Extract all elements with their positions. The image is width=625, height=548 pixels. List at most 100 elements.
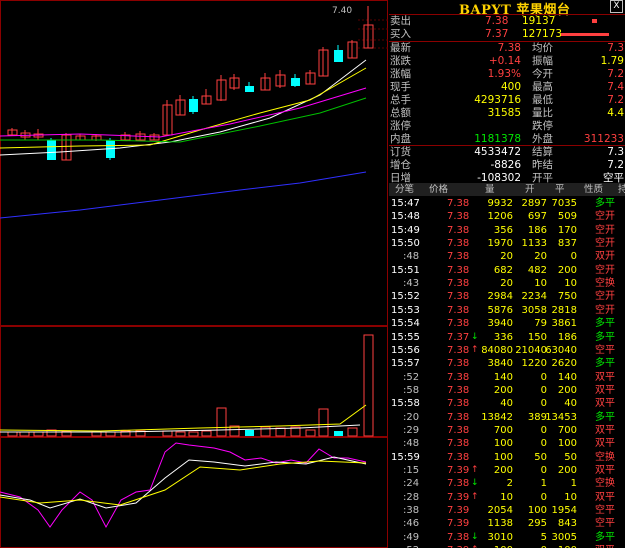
tick-open: 0 — [540, 371, 547, 383]
sell-price: 7.38 — [485, 15, 509, 27]
tick-nature: 空平 — [595, 505, 615, 517]
tick-direction-icon: ↑ — [471, 344, 479, 355]
close-button[interactable]: X — [610, 0, 623, 13]
tick-close: 2818 — [551, 304, 577, 316]
tick-price: 7.38 — [447, 198, 470, 209]
quote-row: 总手 4293716 最低 7.2 — [389, 94, 625, 107]
tick-close: 1954 — [551, 505, 577, 517]
tick-price: 7.38 — [447, 211, 470, 223]
tick-nature: 空换 — [595, 478, 615, 490]
tick-nature: 多平 — [595, 411, 615, 423]
tick-volume: 2054 — [487, 505, 513, 517]
tick-price: 7.38 — [447, 318, 470, 330]
sell-volume-bar — [592, 19, 597, 23]
tick-time: 15:53 — [391, 304, 420, 316]
tick-row[interactable]: :46 7.39 1138 295 843 空平 — [389, 517, 625, 531]
ma10-line — [0, 67, 367, 149]
tick-volume: 1138 — [487, 518, 513, 530]
quote-value: 400 — [500, 81, 521, 93]
tick-open: 0 — [541, 544, 547, 548]
tick-row[interactable]: :29 7.38 700 0 700 双平 — [389, 424, 625, 438]
tick-row[interactable]: :20 7.38 13842 389 13453 多平 — [389, 411, 625, 425]
tick-time: :49 — [403, 531, 420, 543]
tick-volume: 20 — [500, 278, 513, 290]
tick-row[interactable]: :24 7.38 ↓ 2 1 1 空换 — [389, 477, 625, 491]
tick-row[interactable]: :52 7.38 140 0 140 双平 — [389, 371, 625, 385]
position-label: 订货 — [390, 146, 411, 158]
tick-close: 140 — [557, 371, 577, 383]
tick-nature: 双平 — [595, 465, 615, 476]
quote-row: 涨停 跌停 — [389, 120, 625, 133]
tick-time: 15:49 — [391, 224, 420, 236]
tick-close: 3005 — [551, 531, 577, 543]
quote-value: 7.4 — [607, 81, 624, 93]
tick-nature: 双平 — [595, 384, 615, 396]
tick-open: 50 — [534, 451, 547, 463]
tick-volume: 200 — [493, 384, 513, 396]
tick-row[interactable]: :38 7.39 2054 100 1954 空平 — [389, 504, 625, 518]
tick-time: :52 — [403, 371, 420, 383]
tick-row[interactable]: 15:55 7.37 ↓ 336 150 186 多平 — [389, 331, 625, 345]
chart-canvas[interactable] — [0, 0, 388, 548]
tick-price: 7.37 — [447, 331, 470, 343]
tick-row[interactable]: 15:48 7.38 1206 697 509 空开 — [389, 210, 625, 224]
tick-row[interactable]: :48 7.38 20 20 0 双开 — [389, 250, 625, 264]
quote-label: 振幅 — [532, 55, 553, 67]
tick-open: 482 — [527, 264, 547, 276]
quote-value: 1.93% — [487, 68, 521, 80]
position-label: 结算 — [532, 146, 553, 158]
tick-close: 186 — [557, 331, 577, 343]
volume-bar-up — [7, 431, 18, 437]
tick-row[interactable]: :52 7.39↑ 100 0 100 双平 — [389, 544, 625, 548]
quote-value: 1.79 — [600, 55, 624, 67]
tick-row[interactable]: 15:47 7.38 9932 2897 7035 多平 — [389, 197, 625, 211]
tick-volume: 13842 — [481, 411, 513, 423]
tick-nature: 多平 — [595, 318, 615, 330]
tick-price: 7.38 — [447, 478, 470, 490]
high-price-label: 7.40 — [332, 6, 353, 16]
quote-row: 涨跌 +0.14 振幅 1.79 — [389, 55, 625, 68]
tick-price: 7.38 — [447, 438, 470, 450]
tick-price: 7.38 — [447, 291, 470, 303]
position-value: 7.3 — [607, 146, 624, 158]
tick-close: 2620 — [551, 358, 577, 370]
tick-row[interactable]: 15:52 7.38 2984 2234 750 空开 — [389, 290, 625, 304]
tick-row[interactable]: 15:51 7.38 682 482 200 空开 — [389, 264, 625, 278]
quote-row: 总额 31585 量比 4.4 — [389, 107, 625, 120]
tick-row[interactable]: :43 7.38 20 10 10 空换 — [389, 277, 625, 291]
tick-row[interactable]: 15:56 7.38 ↑ 84080 21040 63040 空平 — [389, 344, 625, 358]
tick-nature: 空开 — [595, 224, 615, 236]
tick-price: 7.38 — [447, 411, 470, 423]
tick-close: 50 — [564, 451, 577, 463]
tick-row[interactable]: 15:54 7.38 3940 79 3861 多平 — [389, 317, 625, 331]
kline-chart-area[interactable]: 7.40 — [0, 0, 388, 548]
tick-price: 7.38 — [447, 238, 470, 250]
tick-price: 7.39 — [447, 505, 470, 517]
tick-row[interactable]: :15 7.39 ↑ 200 0 200 双平 — [389, 464, 625, 478]
tick-open: 3058 — [521, 304, 547, 316]
tick-row[interactable]: 15:57 7.38 3840 1220 2620 多平 — [389, 357, 625, 371]
ticks-header: 分笔 价格 量 开 平 性质 持 — [389, 183, 625, 196]
buy-volume-bar — [561, 33, 609, 36]
position-row: 增仓 -8826 昨结 7.2 — [389, 159, 625, 172]
tick-direction-icon: ↑ — [471, 544, 479, 548]
col-price: 价格 — [429, 184, 449, 195]
tick-row[interactable]: 15:50 7.38 1970 1133 837 空开 — [389, 237, 625, 251]
volume-bar-up — [363, 334, 374, 437]
tick-row[interactable]: 15:58 7.38 40 0 40 双平 — [389, 397, 625, 411]
tick-row[interactable]: 15:59 7.38 100 50 50 空换 — [389, 451, 625, 465]
tick-close: 700 — [557, 424, 577, 436]
tick-row[interactable]: 15:49 7.38 356 186 170 空开 — [389, 224, 625, 238]
tick-nature: 空开 — [595, 304, 615, 316]
tick-price: 7.39 — [447, 491, 470, 503]
ma20-line — [0, 87, 367, 138]
tick-row[interactable]: :28 7.39 ↑ 10 0 10 双平 — [389, 491, 625, 505]
quote-value: 4.4 — [607, 107, 624, 119]
tick-price: 7.38 — [447, 451, 470, 463]
tick-row[interactable]: 15:53 7.38 5876 3058 2818 空开 — [389, 304, 625, 318]
tick-row[interactable]: :58 7.38 200 0 200 双平 — [389, 384, 625, 398]
quote-label: 涨跌 — [390, 55, 411, 67]
col-time: 分笔 — [395, 184, 415, 195]
tick-row[interactable]: :48 7.38 100 0 100 双平 — [389, 437, 625, 451]
tick-row[interactable]: :49 7.38 ↓ 3010 5 3005 多平 — [389, 531, 625, 545]
